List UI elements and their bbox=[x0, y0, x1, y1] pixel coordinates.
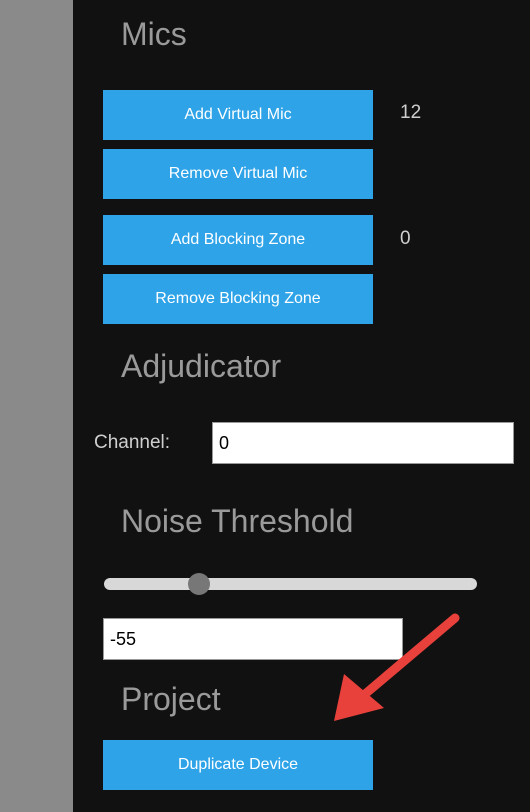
duplicate-device-button[interactable]: Duplicate Device bbox=[103, 740, 373, 790]
noise-threshold-slider[interactable] bbox=[104, 578, 477, 590]
project-heading: Project bbox=[121, 681, 221, 717]
add-blocking-zone-button[interactable]: Add Blocking Zone bbox=[103, 215, 373, 265]
adjudicator-heading: Adjudicator bbox=[121, 348, 282, 384]
arrow-icon bbox=[334, 613, 460, 721]
left-sidebar-strip bbox=[0, 0, 73, 812]
add-virtual-mic-button[interactable]: Add Virtual Mic bbox=[103, 90, 373, 140]
blocking-zone-count: 0 bbox=[400, 228, 411, 249]
remove-blocking-zone-button[interactable]: Remove Blocking Zone bbox=[103, 274, 373, 324]
channel-label: Channel: bbox=[94, 432, 171, 453]
remove-virtual-mic-button[interactable]: Remove Virtual Mic bbox=[103, 149, 373, 199]
mics-heading: Mics bbox=[121, 16, 187, 52]
slider-thumb[interactable] bbox=[188, 573, 210, 595]
virtual-mic-count: 12 bbox=[400, 102, 422, 123]
noise-threshold-heading: Noise Threshold bbox=[121, 503, 354, 539]
channel-input[interactable] bbox=[212, 422, 514, 464]
